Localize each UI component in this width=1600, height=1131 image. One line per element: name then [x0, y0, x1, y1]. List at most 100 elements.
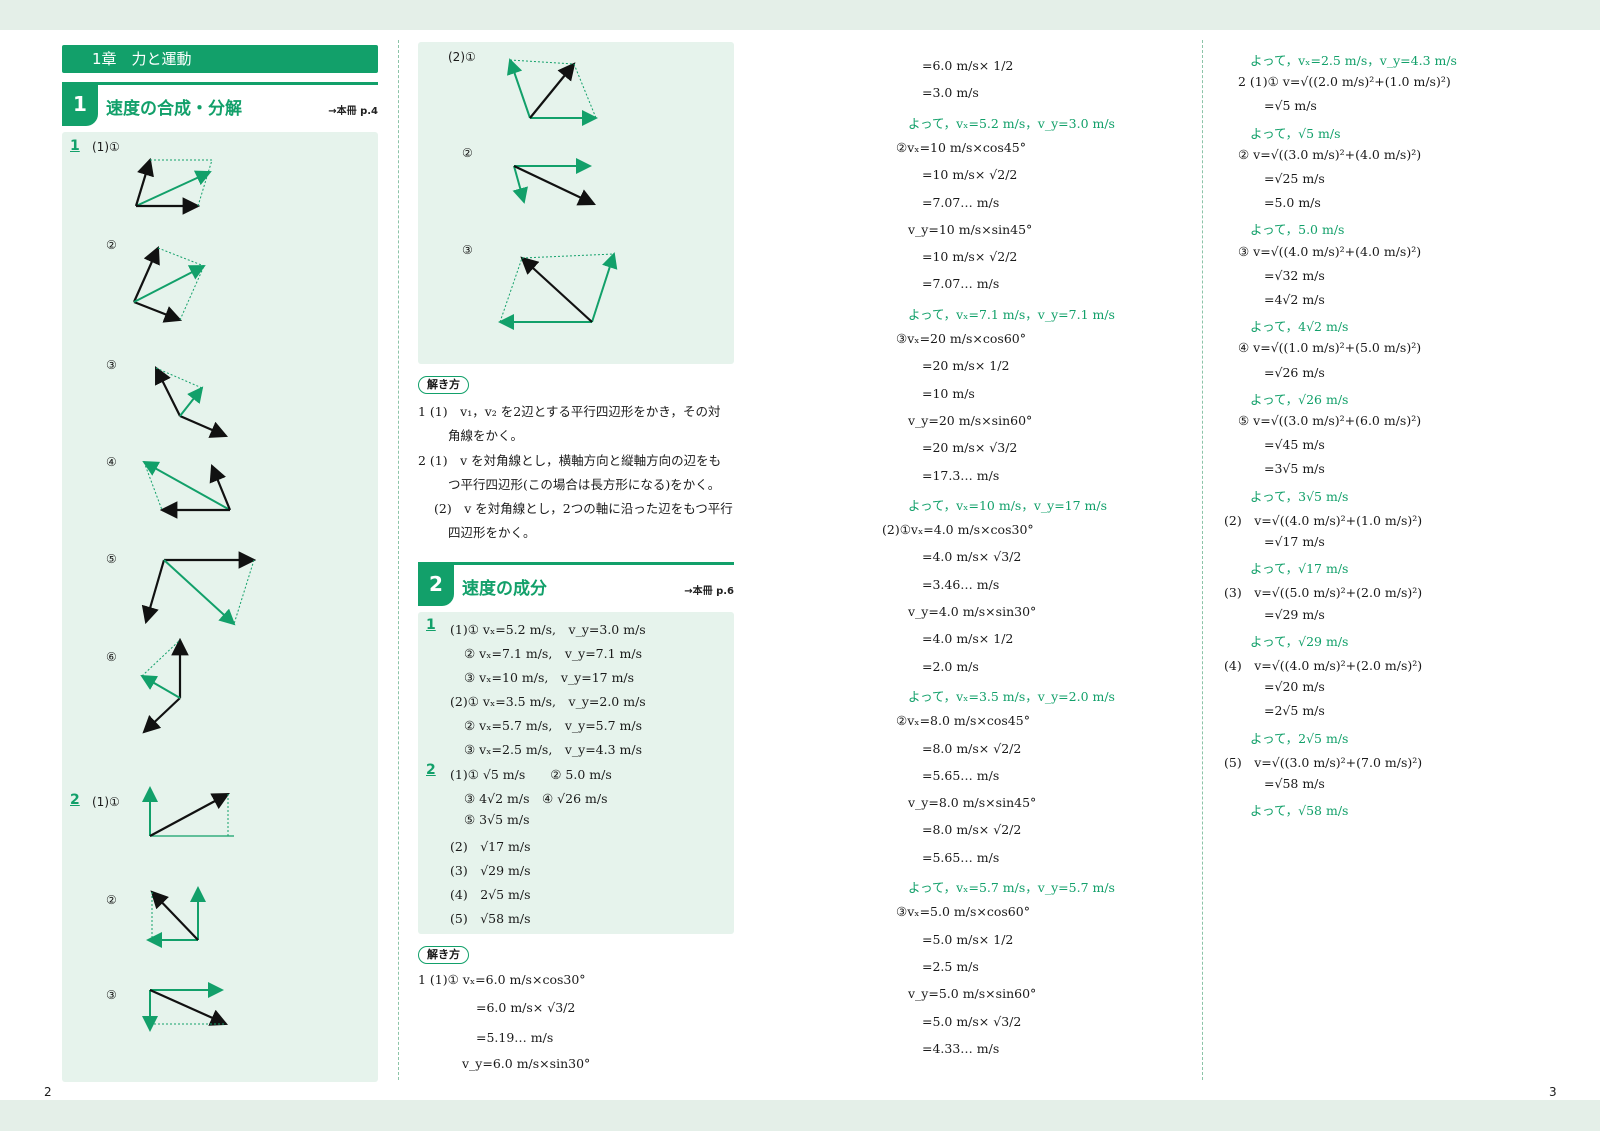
- solution-line: =10 m/s× √2/2: [922, 167, 1018, 183]
- result-line: よって，4√2 m/s: [1250, 319, 1349, 335]
- answer-line: ② vₓ=7.1 m/s, v_y=7.1 m/s: [464, 646, 642, 661]
- solution-line: (3) v=√((5.0 m/s)²+(2.0 m/s)²): [1224, 585, 1423, 601]
- fig-2-1: [142, 786, 234, 837]
- section-1-rule: [62, 82, 378, 85]
- solution-line: =√17 m/s: [1264, 534, 1325, 549]
- answer-2-number: 2: [426, 762, 436, 778]
- bottom-band: [0, 1100, 1600, 1131]
- solution-line: =17.3… m/s: [922, 467, 1000, 483]
- solution-line: ④ v=√((1.0 m/s)²+(5.0 m/s)²): [1238, 340, 1422, 356]
- solution-line: =5.19… m/s: [476, 1030, 554, 1045]
- solution-label-2: 解き方: [418, 946, 469, 964]
- vector-figures-right: [498, 58, 618, 330]
- answer-line: (2)① vₓ=3.5 m/s, v_y=2.0 m/s: [450, 694, 646, 709]
- answer-1-number: 1: [426, 617, 436, 633]
- solution-line: =4.0 m/s× √3/2: [922, 549, 1022, 565]
- solution-line: =5.65… m/s: [922, 767, 1000, 783]
- answer-line: ② vₓ=5.7 m/s, v_y=5.7 m/s: [464, 718, 642, 733]
- solution-line: =√5 m/s: [1264, 98, 1317, 114]
- solution-line: =5.0 m/s× √3/2: [922, 1013, 1022, 1029]
- section-2-rule: [418, 562, 734, 565]
- result-line: よって，vₓ=5.2 m/s，v_y=3.0 m/s: [908, 115, 1115, 131]
- fig-1-5: [141, 551, 257, 626]
- solution-line: =8.0 m/s× √2/2: [922, 822, 1022, 838]
- chapter-heading: 1章 力と運動: [62, 45, 378, 73]
- answer-line: ③ vₓ=2.5 m/s, v_y=4.3 m/s: [464, 742, 642, 757]
- solution-line: ②vₓ=8.0 m/s×cos45°: [896, 713, 1030, 729]
- solution-line: v_y=20 m/s×sin60°: [908, 412, 1033, 428]
- column-separator: [398, 40, 399, 1080]
- solution-line: =3√5 m/s: [1264, 461, 1325, 477]
- solution-line: v_y=10 m/s×sin45°: [908, 221, 1033, 237]
- solution-line: =√58 m/s: [1264, 776, 1325, 791]
- result-line: よって，3√5 m/s: [1250, 488, 1349, 504]
- solution-line: =4√2 m/s: [1264, 292, 1325, 307]
- solution-line: =2.0 m/s: [922, 658, 979, 674]
- solution-line: =√32 m/s: [1264, 267, 1325, 283]
- answer-line: ③ vₓ=10 m/s, v_y=17 m/s: [464, 670, 635, 685]
- solution-line: =4.0 m/s× 1/2: [922, 631, 1014, 647]
- solution-line: =5.0 m/s: [1264, 195, 1321, 211]
- solution-line: v_y=5.0 m/s×sin60°: [908, 986, 1037, 1002]
- answer-line: (1)① √5 m/s ② 5.0 m/s: [450, 767, 612, 782]
- solution-line: =20 m/s× 1/2: [922, 358, 1010, 374]
- fig-2-2-1: [507, 58, 598, 126]
- section-2-number: 2: [418, 562, 454, 606]
- result-line: よって，5.0 m/s: [1250, 222, 1345, 238]
- fig-1-6: [140, 637, 189, 734]
- solution-line: =5.65… m/s: [922, 849, 1000, 865]
- solution-line: =√45 m/s: [1264, 437, 1325, 453]
- solution-line: =√29 m/s: [1264, 606, 1325, 622]
- solution-line: ③vₓ=5.0 m/s×cos60°: [896, 904, 1030, 920]
- solution-line: =10 m/s: [922, 385, 975, 401]
- section-2-ref: →本冊 p.6: [684, 586, 734, 597]
- answer-line: (4) 2√5 m/s: [450, 887, 531, 902]
- solution-line: =10 m/s× √2/2: [922, 249, 1018, 265]
- solution-line: =2√5 m/s: [1264, 703, 1325, 719]
- top-band: [0, 0, 1600, 30]
- answer-line: (3) √29 m/s: [450, 863, 531, 878]
- solution-line: ②vₓ=10 m/s×cos45°: [896, 139, 1026, 155]
- result-line: よって，2√5 m/s: [1250, 730, 1349, 746]
- solution-line: v_y=4.0 m/s×sin30°: [908, 604, 1037, 619]
- explanation-line: つ平行四辺形(この場合は長方形になる)をかく。: [448, 477, 721, 492]
- section-2-title: 速度の成分: [462, 579, 547, 599]
- page-number-right: 3: [1549, 1085, 1557, 1099]
- solution-line: 1 (1)① vₓ=6.0 m/s×cos30°: [418, 972, 586, 987]
- page-number-left: 2: [44, 1085, 52, 1099]
- solution-line: =6.0 m/s× √3/2: [476, 1000, 576, 1015]
- solution-line: =√25 m/s: [1264, 171, 1325, 186]
- solution-line: ③ v=√((4.0 m/s)²+(4.0 m/s)²): [1238, 243, 1422, 259]
- solution-line: (5) v=√((3.0 m/s)²+(7.0 m/s)²): [1224, 754, 1423, 770]
- solution-line: =5.0 m/s× 1/2: [922, 931, 1014, 947]
- solution-label-1: 解き方: [418, 376, 469, 394]
- explanation-line: 角線をかく。: [448, 428, 524, 443]
- solution-line: ③vₓ=20 m/s×cos60°: [896, 331, 1026, 346]
- solution-line: =√20 m/s: [1264, 679, 1325, 695]
- solution-line: =4.33… m/s: [922, 1040, 1000, 1056]
- fig-1-1: [134, 157, 213, 215]
- solution-line: (2) v=√((4.0 m/s)²+(1.0 m/s)²): [1224, 512, 1423, 528]
- section-1-number: 1: [62, 82, 98, 126]
- result-line: よって，vₓ=5.7 m/s，v_y=5.7 m/s: [908, 880, 1115, 895]
- answer-line: (1)① vₓ=5.2 m/s, v_y=3.0 m/s: [450, 622, 646, 637]
- section-1-ref: →本冊 p.4: [328, 106, 378, 117]
- solution-line: =3.0 m/s: [922, 85, 979, 101]
- explanation-line: 四辺形をかく。: [448, 525, 536, 540]
- section-1-heading: 1 速度の合成・分解 →本冊 p.4: [62, 82, 378, 128]
- fig-1-3: [155, 366, 229, 438]
- solution-line: =6.0 m/s× 1/2: [922, 58, 1014, 73]
- answer-line: ⑤ 3√5 m/s: [464, 812, 530, 827]
- fig-2-2-2: [512, 158, 596, 206]
- fig-2-2: [146, 886, 206, 948]
- answer-line: (2) √17 m/s: [450, 839, 531, 854]
- solution-line: =8.0 m/s× √2/2: [922, 740, 1022, 756]
- result-line: よって，√58 m/s: [1250, 803, 1349, 819]
- column-separator: [1202, 40, 1203, 1080]
- solution-line: v_y=8.0 m/s×sin45°: [908, 795, 1037, 811]
- section-2-heading: 2 速度の成分 →本冊 p.6: [418, 562, 734, 608]
- vector-figures-left: [132, 157, 257, 1032]
- fig-2-2-3: [498, 252, 618, 330]
- solution-line: (4) v=√((4.0 m/s)²+(2.0 m/s)²): [1224, 658, 1423, 673]
- fig-1-4: [142, 461, 232, 519]
